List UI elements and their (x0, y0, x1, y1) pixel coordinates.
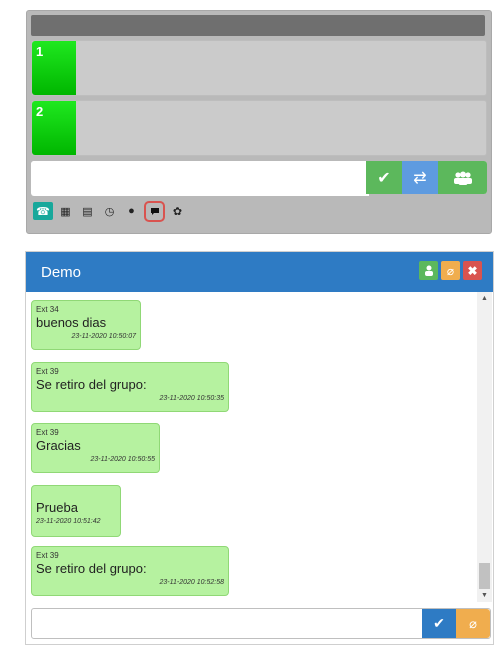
message-list: Ext 34 buenos dias 23-11-2020 10:50:07 E… (26, 292, 474, 602)
message-time: 23-11-2020 10:52:58 (159, 579, 224, 586)
message-composer: ✔ ⌀ (31, 608, 491, 639)
message-text: Se retiro del grupo: (36, 377, 147, 392)
message-input[interactable] (32, 609, 422, 638)
chat-attach-button[interactable]: ⌀ (441, 261, 460, 280)
globe-tab[interactable]: ● (122, 202, 141, 220)
message-scrollbar[interactable]: ▲ ▼ (477, 292, 492, 602)
close-icon: ✖ (467, 263, 478, 278)
attach-icon: ⌀ (446, 263, 455, 278)
chat-title: Demo (41, 264, 82, 281)
message-5: Ext 39 Se retiro del grupo: 23-11-2020 1… (31, 546, 229, 596)
keypad-icon: ▦ (60, 205, 71, 218)
keypad-tab[interactable]: ▦ (56, 202, 75, 220)
globe-icon: ● (128, 205, 135, 217)
message-text: Se retiro del grupo: (36, 561, 147, 576)
phone-tab[interactable]: ☎ (33, 202, 53, 220)
message-text: Prueba (36, 500, 78, 515)
transfer-button[interactable]: ⇄ (402, 161, 438, 194)
message-sender: Ext 39 (36, 428, 59, 437)
line-1[interactable]: 1 (31, 40, 487, 96)
message-4: Prueba 23-11-2020 10:51:42 (31, 485, 121, 537)
message-time: 23-11-2020 10:50:07 (71, 333, 136, 340)
chat-header: Demo ⌀ ✖ (26, 252, 493, 292)
softphone-toolbar: ☎ ▦ ▤ ◷ ● ✿ (33, 200, 187, 222)
dial-row: ✔ ⇄ (31, 161, 487, 196)
chat-icon (150, 207, 159, 215)
settings-icon: ✿ (172, 205, 183, 218)
accept-button[interactable]: ✔ (366, 161, 402, 194)
attach-icon: ⌀ (469, 615, 477, 631)
scroll-up-arrow-icon[interactable]: ▲ (481, 295, 488, 302)
contacts-tab[interactable]: ▤ (78, 202, 97, 220)
message-text: buenos dias (36, 315, 107, 330)
composer-attach-button[interactable]: ⌀ (456, 609, 490, 638)
line-1-number: 1 (36, 44, 44, 59)
send-button[interactable]: ✔ (422, 609, 456, 638)
chat-close-button[interactable]: ✖ (463, 261, 482, 280)
line-2[interactable]: 2 (31, 100, 487, 156)
checkmark-icon: ✔ (377, 169, 391, 187)
chat-user-button[interactable] (419, 261, 438, 280)
dial-input[interactable] (31, 161, 369, 196)
chat-tab[interactable] (144, 200, 165, 222)
message-2: Ext 39 Se retiro del grupo: 23-11-2020 1… (31, 362, 229, 412)
softphone-status-bar (31, 15, 485, 36)
chat-window: Demo ⌀ ✖ Ext 34 buenos dias 23-11-2020 1… (25, 251, 494, 645)
message-text: Gracias (36, 438, 81, 453)
line-2-number: 2 (36, 104, 44, 119)
message-3: Ext 39 Gracias 23-11-2020 10:50:55 (31, 423, 160, 473)
message-1: Ext 34 buenos dias 23-11-2020 10:50:07 (31, 300, 141, 350)
phone-icon: ☎ (36, 205, 50, 218)
history-icon: ◷ (104, 205, 115, 218)
message-time: 23-11-2020 10:50:35 (159, 395, 224, 402)
scroll-thumb[interactable] (479, 563, 490, 589)
message-sender: Ext 34 (36, 305, 59, 314)
message-sender: Ext 39 (36, 551, 59, 560)
contacts-icon: ▤ (82, 205, 93, 218)
users-icon (453, 171, 472, 185)
message-time: 23-11-2020 10:51:42 (36, 518, 101, 525)
conference-button[interactable] (438, 161, 487, 194)
scroll-down-arrow-icon[interactable]: ▼ (481, 592, 488, 599)
message-time: 23-11-2020 10:50:55 (90, 456, 155, 463)
checkmark-icon: ✔ (433, 615, 445, 631)
softphone-panel: 1 2 ✔ ⇄ ☎ ▦ ▤ ◷ ● ✿ (26, 10, 492, 234)
settings-tab[interactable]: ✿ (168, 202, 187, 220)
transfer-icon: ⇄ (413, 169, 427, 187)
message-sender: Ext 39 (36, 367, 59, 376)
user-icon (424, 265, 433, 276)
history-tab[interactable]: ◷ (100, 202, 119, 220)
